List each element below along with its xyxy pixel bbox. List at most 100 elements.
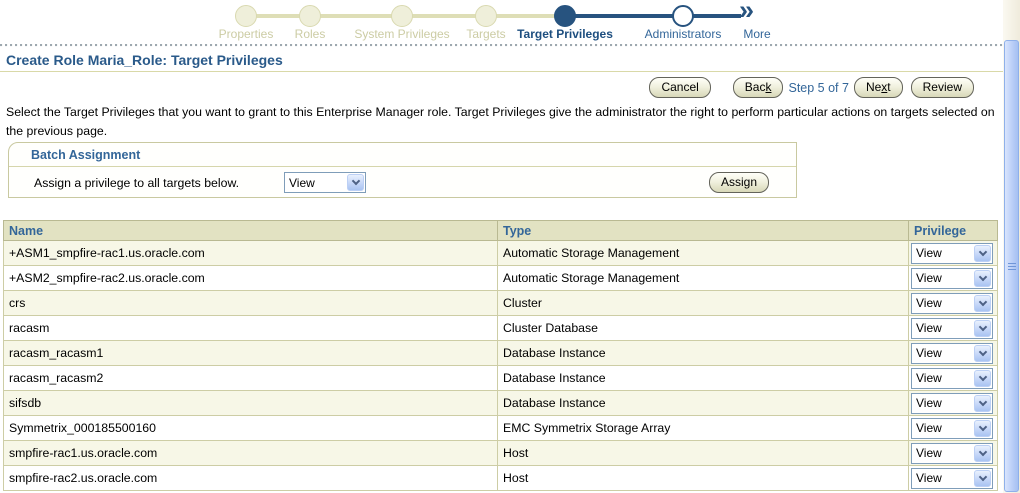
chevron-down-icon: [978, 272, 986, 280]
privilege-value: View: [912, 346, 942, 360]
chevron-down-icon: [978, 397, 986, 405]
vertical-scrollbar[interactable]: [1003, 0, 1020, 493]
target-name-cell: sifsdb: [4, 391, 498, 416]
page-title: Create Role Maria_Role: Target Privilege…: [6, 52, 283, 68]
chevron-down-icon: [978, 347, 986, 355]
train-step-circle-targets: [475, 5, 497, 27]
batch-assignment-title: Batch Assignment: [31, 148, 140, 162]
dropdown-arrow-button[interactable]: [974, 295, 991, 312]
target-privilege-cell: View: [909, 366, 998, 391]
batch-assignment-label: Assign a privilege to all targets below.: [34, 176, 239, 190]
target-name-cell: +ASM1_smpfire-rac1.us.oracle.com: [4, 241, 498, 266]
train-step-label-more[interactable]: More: [682, 27, 832, 41]
target-privilege-cell: View: [909, 391, 998, 416]
privilege-value: View: [912, 396, 942, 410]
dropdown-arrow-button[interactable]: [974, 445, 991, 462]
target-name-cell: smpfire-rac2.us.oracle.com: [4, 466, 498, 491]
target-type-cell: Database Instance: [498, 366, 909, 391]
dropdown-arrow-button[interactable]: [974, 370, 991, 387]
batch-assignment-section: Batch Assignment Assign a privilege to a…: [8, 142, 797, 198]
create-role-page: PropertiesRolesSystem PrivilegesTargetsT…: [0, 0, 1020, 493]
privilege-select[interactable]: View: [911, 368, 993, 389]
scrollbar-grip-icon: [1008, 266, 1016, 267]
target-type-cell: EMC Symmetrix Storage Array: [498, 416, 909, 441]
target-type-cell: Cluster: [498, 291, 909, 316]
target-type-cell: Database Instance: [498, 391, 909, 416]
target-type-cell: Host: [498, 441, 909, 466]
privilege-value: View: [912, 271, 942, 285]
train-step-circle-target-privileges: [554, 5, 576, 27]
step-indicator: Step 5 of 7: [783, 81, 853, 95]
chevron-down-icon: [978, 322, 986, 330]
target-name-cell: Symmetrix_000185500160: [4, 416, 498, 441]
title-rule: [0, 71, 1003, 72]
column-header-privilege: Privilege: [909, 221, 998, 241]
chevron-down-icon: [978, 472, 986, 480]
review-button[interactable]: Review: [911, 77, 974, 98]
wizard-toolbar: Cancel Back Step 5 of 7 Next Review: [649, 77, 974, 98]
table-row: racasm_racasm1 Database Instance View: [4, 341, 998, 366]
back-button[interactable]: Back: [733, 77, 784, 98]
privilege-select[interactable]: View: [911, 443, 993, 464]
dropdown-arrow-button[interactable]: [974, 345, 991, 362]
privilege-select[interactable]: View: [911, 293, 993, 314]
dropdown-arrow-button[interactable]: [974, 245, 991, 262]
cancel-button[interactable]: Cancel: [649, 77, 710, 98]
page-description: Select the Target Privileges that you wa…: [6, 103, 996, 141]
privilege-select[interactable]: View: [911, 393, 993, 414]
train-line-remaining: [565, 14, 741, 18]
privilege-select[interactable]: View: [911, 418, 993, 439]
chevron-down-icon: [978, 297, 986, 305]
privilege-value: View: [912, 371, 942, 385]
table-row: racasm Cluster Database View: [4, 316, 998, 341]
privilege-select[interactable]: View: [911, 268, 993, 289]
dropdown-arrow-button[interactable]: [974, 320, 991, 337]
column-header-name: Name: [4, 221, 498, 241]
table-row: +ASM1_smpfire-rac1.us.oracle.com Automat…: [4, 241, 998, 266]
target-type-cell: Cluster Database: [498, 316, 909, 341]
dropdown-arrow-button[interactable]: [347, 174, 364, 191]
table-row: sifsdb Database Instance View: [4, 391, 998, 416]
target-privilege-cell: View: [909, 241, 998, 266]
privilege-value: View: [912, 246, 942, 260]
batch-rule: [9, 166, 796, 167]
dropdown-arrow-button[interactable]: [974, 420, 991, 437]
privilege-select[interactable]: View: [911, 318, 993, 339]
chevron-down-icon: [978, 447, 986, 455]
target-name-cell: +ASM2_smpfire-rac2.us.oracle.com: [4, 266, 498, 291]
target-name-cell: racasm_racasm1: [4, 341, 498, 366]
privilege-value: View: [912, 296, 942, 310]
dropdown-arrow-button[interactable]: [974, 395, 991, 412]
privilege-select[interactable]: View: [911, 343, 993, 364]
chevron-down-icon: [351, 177, 359, 185]
dropdown-arrow-button[interactable]: [974, 270, 991, 287]
privilege-select[interactable]: View: [911, 468, 993, 489]
train-step-circle-roles: [299, 5, 321, 27]
target-privilege-cell: View: [909, 441, 998, 466]
assign-button[interactable]: Assign: [709, 172, 769, 193]
privilege-value: View: [912, 471, 942, 485]
table-header-row: Name Type Privilege: [4, 221, 998, 241]
target-type-cell: Automatic Storage Management: [498, 241, 909, 266]
chevron-down-icon: [978, 422, 986, 430]
target-name-cell: racasm: [4, 316, 498, 341]
targets-table: Name Type Privilege +ASM1_smpfire-rac1.u…: [3, 220, 998, 491]
dropdown-arrow-button[interactable]: [974, 470, 991, 487]
scrollbar-thumb[interactable]: [1004, 40, 1019, 492]
table-row: crs Cluster View: [4, 291, 998, 316]
target-privilege-cell: View: [909, 341, 998, 366]
dotted-separator: [0, 44, 1003, 47]
train-step-circle-system-privileges: [391, 5, 413, 27]
target-name-cell: crs: [4, 291, 498, 316]
batch-privilege-select[interactable]: View: [284, 172, 366, 193]
next-button[interactable]: Next: [854, 77, 903, 98]
table-row: +ASM2_smpfire-rac2.us.oracle.com Automat…: [4, 266, 998, 291]
chevron-down-icon: [978, 247, 986, 255]
target-name-cell: smpfire-rac1.us.oracle.com: [4, 441, 498, 466]
target-privilege-cell: View: [909, 416, 998, 441]
train-step-circle-administrators: [672, 5, 694, 27]
privilege-value: View: [912, 446, 942, 460]
target-privilege-cell: View: [909, 266, 998, 291]
privilege-select[interactable]: View: [911, 243, 993, 264]
target-name-cell: racasm_racasm2: [4, 366, 498, 391]
